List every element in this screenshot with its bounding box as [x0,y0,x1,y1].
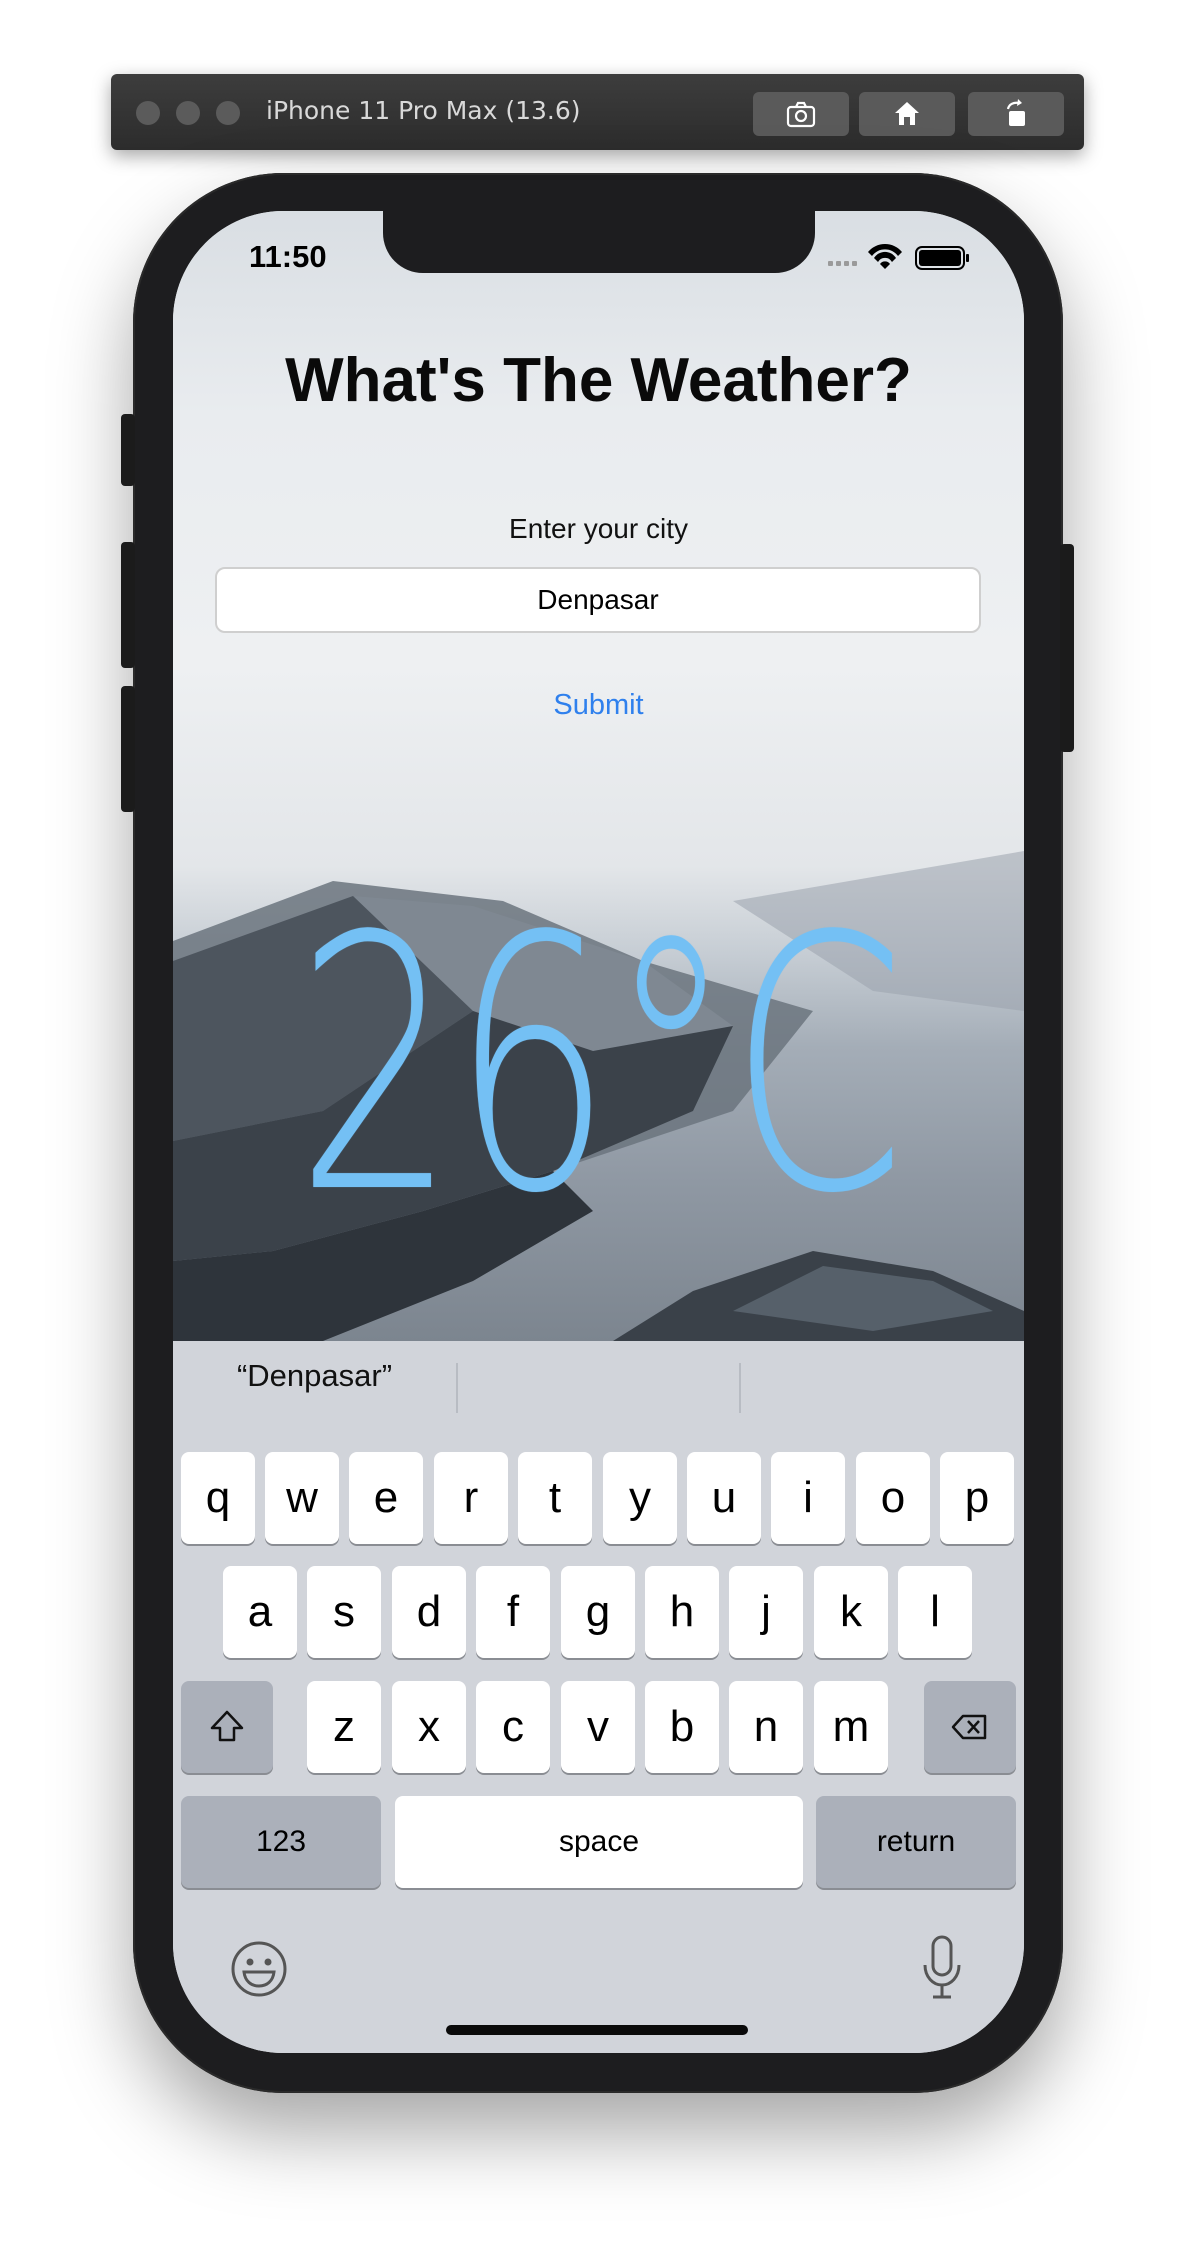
screenshot-button[interactable] [753,92,849,136]
key-p[interactable]: p [940,1452,1014,1544]
zoom-window-button[interactable] [216,101,240,125]
key-n[interactable]: n [729,1681,803,1773]
city-input[interactable] [215,567,981,633]
shift-key[interactable] [181,1681,273,1773]
key-j[interactable]: j [729,1566,803,1658]
return-key[interactable]: return [816,1796,1016,1888]
numbers-key[interactable]: 123 [181,1796,381,1888]
key-x[interactable]: x [392,1681,466,1773]
key-o[interactable]: o [856,1452,930,1544]
home-icon [895,102,919,125]
suggestion-1[interactable]: “Denpasar” [173,1341,456,1411]
key-k[interactable]: k [814,1566,888,1658]
microphone-icon[interactable] [917,1933,967,2003]
app-title: What's The Weather? [285,346,912,415]
key-w[interactable]: w [265,1452,339,1544]
wifi-icon [868,243,902,269]
volume-up-button [121,542,135,668]
temperature-display: 26°C [295,862,906,1270]
rotate-button[interactable] [968,92,1064,136]
key-t[interactable]: t [518,1452,592,1544]
key-r[interactable]: r [434,1452,508,1544]
key-b[interactable]: b [645,1681,719,1773]
cellular-signal-icon [828,261,857,266]
status-time: 11:50 [249,239,327,274]
key-l[interactable]: l [898,1566,972,1658]
key-f[interactable]: f [476,1566,550,1658]
predictive-bar: “Denpasar” [173,1341,1024,1413]
simulator-title: iPhone 11 Pro Max (13.6) [266,96,581,125]
shift-icon [210,1710,244,1742]
key-i[interactable]: i [771,1452,845,1544]
submit-button[interactable]: Submit [173,689,1024,722]
status-icons [828,243,969,270]
key-d[interactable]: d [392,1566,466,1658]
key-z[interactable]: z [307,1681,381,1773]
delete-icon [951,1714,987,1740]
battery-icon [915,246,969,270]
key-g[interactable]: g [561,1566,635,1658]
close-window-button[interactable] [136,101,160,125]
suggestion-2[interactable] [458,1341,741,1411]
key-h[interactable]: h [645,1566,719,1658]
screen-notch [383,211,815,273]
power-button [1060,544,1074,752]
phone-screen: 11:50 What's The Weather? Enter your cit… [173,211,1024,2053]
keyboard: “Denpasar” q w e r t y u i o p a s d f g… [173,1341,1024,2053]
key-v[interactable]: v [561,1681,635,1773]
emoji-icon[interactable] [229,1939,289,1999]
key-c[interactable]: c [476,1681,550,1773]
space-key[interactable]: space [395,1796,803,1888]
home-button[interactable] [859,92,955,136]
key-y[interactable]: y [603,1452,677,1544]
key-s[interactable]: s [307,1566,381,1658]
silent-switch [121,414,135,486]
delete-key[interactable] [924,1681,1016,1773]
key-m[interactable]: m [814,1681,888,1773]
rotate-icon [1006,99,1025,126]
city-label: Enter your city [509,513,688,544]
key-q[interactable]: q [181,1452,255,1544]
suggestion-3[interactable] [741,1341,1024,1411]
screenshot-icon [786,101,816,128]
key-u[interactable]: u [687,1452,761,1544]
minimize-window-button[interactable] [176,101,200,125]
simulator-title-bar: iPhone 11 Pro Max (13.6) [111,74,1084,150]
key-e[interactable]: e [349,1452,423,1544]
home-indicator[interactable] [446,2025,748,2035]
key-a[interactable]: a [223,1566,297,1658]
volume-down-button [121,686,135,812]
